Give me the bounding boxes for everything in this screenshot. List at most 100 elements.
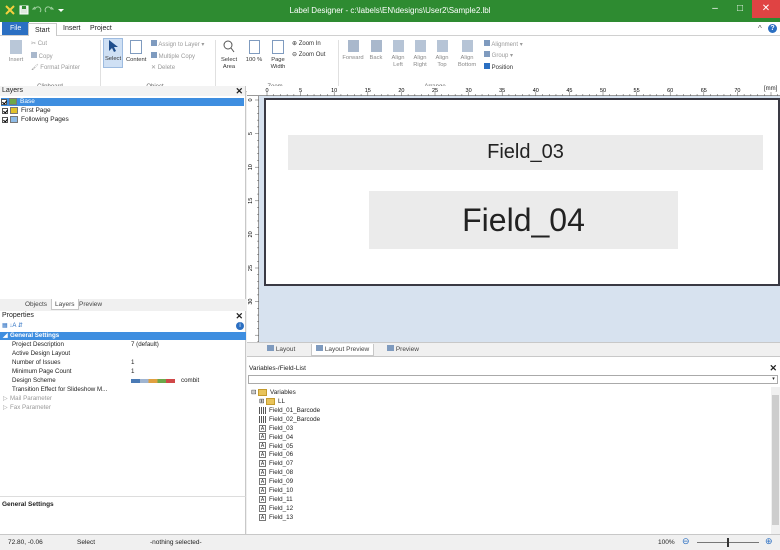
- tree-node-field-02-barcode[interactable]: Field_02_Barcode: [259, 415, 320, 424]
- zoom-out-button[interactable]: ⊖ Zoom Out: [292, 51, 325, 58]
- alignment-button[interactable]: Alignment ▾: [484, 40, 523, 48]
- close-button[interactable]: ✕: [752, 0, 780, 18]
- layer-row-first-page[interactable]: First Page: [2, 107, 51, 115]
- prop-row[interactable]: Minimum Page Count 1: [0, 368, 246, 376]
- zoom-100-button[interactable]: 100 %: [244, 40, 264, 64]
- zoom-in-icon[interactable]: ⊕: [765, 536, 773, 547]
- tab-file[interactable]: File: [2, 22, 30, 35]
- align-right-button[interactable]: Align Right: [412, 40, 428, 69]
- prop-value[interactable]: 1: [131, 368, 134, 376]
- layer-checkbox[interactable]: [2, 116, 8, 123]
- tab-preview-left[interactable]: Preview: [76, 299, 105, 310]
- prop-value[interactable]: 7 (default): [131, 341, 159, 349]
- layer-row-following-pages[interactable]: Following Pages: [2, 116, 69, 124]
- collapse-icon[interactable]: ⊟: [251, 389, 256, 396]
- layer-checkbox[interactable]: [1, 98, 7, 105]
- prop-value[interactable]: combit: [181, 377, 199, 385]
- tab-start[interactable]: Start: [28, 23, 57, 37]
- tab-preview[interactable]: Preview: [383, 344, 423, 356]
- close-properties-icon[interactable]: ✕: [235, 311, 243, 321]
- tree-node-field-11[interactable]: A Field_11: [259, 495, 293, 504]
- assign-to-layer-button[interactable]: Assign to Layer ▾: [151, 40, 204, 48]
- section-general-settings[interactable]: ◢ General Settings: [0, 332, 246, 340]
- tree-node-field-13[interactable]: A Field_13: [259, 513, 293, 522]
- back-label: Back: [369, 55, 383, 61]
- insert-button[interactable]: Insert: [4, 40, 28, 64]
- tree-node-field-07[interactable]: A Field_07: [259, 459, 293, 468]
- categorized-icon[interactable]: ▦: [2, 323, 8, 329]
- select-area-button[interactable]: Select Area: [218, 40, 240, 71]
- sort-az-icon[interactable]: ↓A: [9, 323, 16, 329]
- zoom-in-button[interactable]: ⊕ Zoom In: [292, 40, 321, 47]
- prop-row[interactable]: Design Scheme combit: [0, 377, 246, 385]
- prop-row[interactable]: Transition Effect for Slideshow M...: [0, 386, 246, 394]
- minimize-button[interactable]: –: [702, 0, 728, 18]
- scroll-thumb[interactable]: [772, 395, 779, 525]
- tree-node-field-10[interactable]: A Field_10: [259, 486, 293, 495]
- format-painter-button[interactable]: 🖌 Format Painter: [31, 64, 80, 71]
- tab-layers[interactable]: Layers: [51, 299, 79, 310]
- prop-value[interactable]: 1: [131, 359, 134, 367]
- delete-icon: ✕: [151, 65, 157, 71]
- dropdown-arrow-icon[interactable]: ▾: [770, 376, 777, 383]
- field-04[interactable]: Field_04: [369, 191, 678, 249]
- tree-node-field-09[interactable]: A Field_09: [259, 477, 293, 486]
- tab-objects[interactable]: Objects: [22, 299, 50, 310]
- zoom-slider[interactable]: [697, 538, 759, 547]
- layer-checkbox[interactable]: [2, 107, 8, 114]
- layer-row-base[interactable]: Base: [1, 98, 244, 106]
- content-button[interactable]: Content: [126, 40, 146, 64]
- tree-node-field-12[interactable]: A Field_12: [259, 504, 293, 513]
- tab-project[interactable]: Project: [84, 22, 118, 36]
- view-tabs: Layout Layout Preview Preview: [247, 342, 780, 356]
- cut-button[interactable]: ✂ Cut: [31, 40, 47, 47]
- zoom-slider-thumb[interactable]: [727, 538, 729, 547]
- align-left-button[interactable]: Align Left: [390, 40, 406, 69]
- align-top-button[interactable]: Align Top: [434, 40, 450, 69]
- prop-row[interactable]: Project Description 7 (default): [0, 341, 246, 349]
- page-width-button[interactable]: Page Width: [267, 40, 289, 71]
- forward-button[interactable]: Forward: [341, 40, 365, 62]
- tree-node-field-03[interactable]: A Field_03: [259, 424, 293, 433]
- section-mail-parameter[interactable]: ▷ Mail Parameter: [0, 395, 246, 403]
- tab-layout-preview[interactable]: Layout Preview: [311, 344, 375, 356]
- tree-node-label: Field_07: [269, 460, 294, 468]
- close-layers-icon[interactable]: ✕: [235, 86, 243, 96]
- info-icon[interactable]: i: [236, 322, 244, 330]
- tree-node-field-05[interactable]: A Field_05: [259, 442, 293, 451]
- group-button[interactable]: Group ▾: [484, 51, 513, 59]
- label-page[interactable]: Field_03 Field_04: [264, 98, 780, 286]
- expand-icon[interactable]: ⊞: [259, 398, 264, 405]
- tree-node-field-04[interactable]: A Field_04: [259, 433, 293, 442]
- back-button[interactable]: Back: [367, 40, 385, 62]
- prop-row[interactable]: Number of Issues 1: [0, 359, 246, 367]
- ruler-label: 55: [634, 88, 640, 94]
- tab-layout[interactable]: Layout: [263, 344, 299, 356]
- zoom-out-icon[interactable]: ⊖: [682, 536, 690, 547]
- position-button[interactable]: Position: [484, 63, 513, 71]
- tree-node-field-06[interactable]: A Field_06: [259, 450, 293, 459]
- tree-node-ll[interactable]: ⊞ LL: [259, 397, 285, 406]
- collapse-ribbon-icon[interactable]: ^: [758, 24, 762, 33]
- field-03[interactable]: Field_03: [288, 135, 763, 170]
- help-icon[interactable]: ?: [768, 24, 777, 33]
- section-fax-parameter[interactable]: ▷ Fax Parameter: [0, 404, 246, 412]
- copy-button[interactable]: Copy: [31, 52, 53, 60]
- tree-node-field-08[interactable]: A Field_08: [259, 468, 293, 477]
- variables-search-input[interactable]: ▾: [248, 375, 778, 384]
- delete-button[interactable]: ✕ Delete: [151, 64, 175, 71]
- group-icon: [484, 51, 490, 57]
- tree-root-variables[interactable]: ⊟ Variables: [251, 388, 296, 397]
- close-variables-icon[interactable]: ✕: [769, 363, 777, 374]
- maximize-button[interactable]: □: [727, 0, 753, 18]
- prop-row[interactable]: Active Design Layout: [0, 350, 246, 358]
- select-button[interactable]: Select: [103, 38, 123, 68]
- variables-scrollbar[interactable]: [771, 387, 780, 535]
- select-area-label: Select Area: [220, 57, 238, 70]
- multiple-copy-button[interactable]: Multiple Copy: [151, 52, 195, 60]
- tree-node-field-01-barcode[interactable]: Field_01_Barcode: [259, 406, 320, 415]
- expand-icon[interactable]: ⇵: [18, 323, 23, 329]
- align-bottom-button[interactable]: Align Bottom: [456, 40, 478, 69]
- ruler-label: 45: [566, 88, 572, 94]
- tab-insert[interactable]: Insert: [57, 22, 87, 36]
